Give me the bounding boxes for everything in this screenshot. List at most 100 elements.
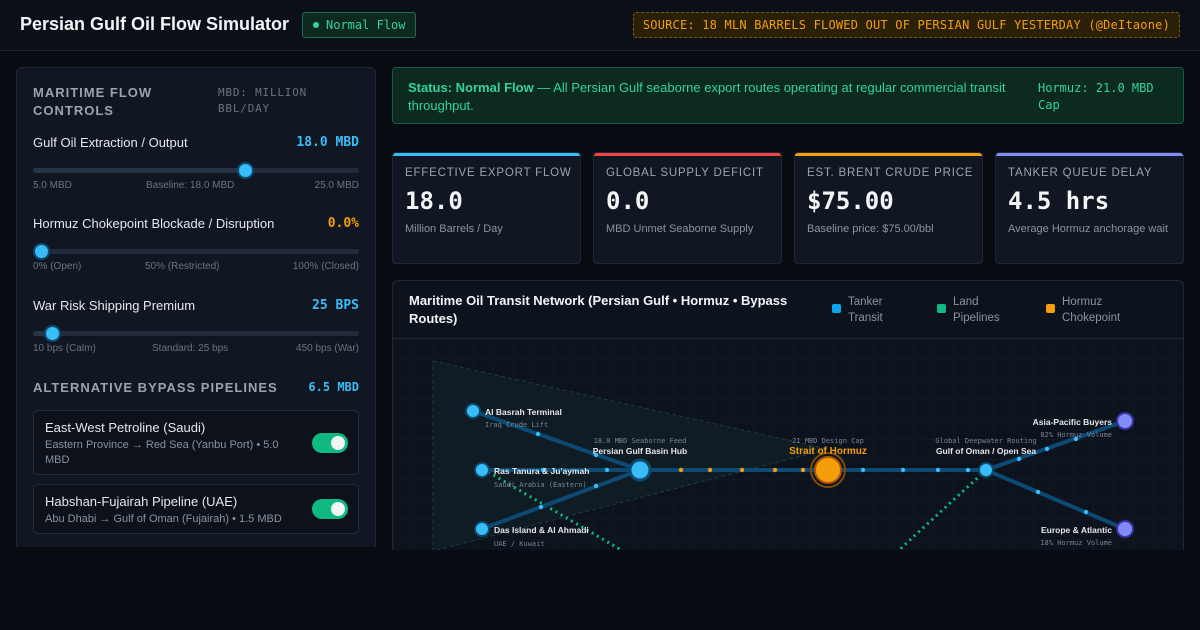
sublabel-asia-pacific: 82% Hormuz Volume bbox=[1040, 431, 1112, 439]
war-risk-slider-thumb[interactable] bbox=[44, 325, 61, 342]
extraction-tick-baseline: Baseline: 18.0 MBD bbox=[146, 180, 235, 191]
war-risk-slider-label: War Risk Shipping Premium bbox=[33, 298, 196, 313]
node-al-basrah-terminal[interactable] bbox=[465, 403, 481, 419]
kpi-label: Est. Brent Crude Price bbox=[807, 167, 974, 179]
kpi-subtext: Baseline price: $75.00/bbl bbox=[807, 223, 934, 235]
toggle-knob bbox=[331, 502, 345, 516]
war-risk-tick-max: 450 bps (War) bbox=[296, 343, 359, 354]
pipeline-card-habshan-fujairah: Habshan-Fujairah Pipeline (UAE) Abu Dhab… bbox=[33, 484, 359, 534]
sublabel-das-island: UAE / Kuwait bbox=[494, 540, 545, 548]
extraction-tick-min: 5.0 MBD bbox=[33, 180, 72, 191]
war-risk-tick-min: 10 bps (Calm) bbox=[33, 343, 96, 354]
pipeline-route: Eastern Province → Red Sea (Yanbu Port) … bbox=[45, 439, 279, 466]
kpi-accent-bar bbox=[594, 153, 781, 156]
legend-label: Tanker Transit bbox=[848, 296, 883, 324]
node-gulf-of-oman[interactable] bbox=[978, 462, 994, 478]
habshan-fujairah-pipeline-toggle[interactable] bbox=[312, 499, 348, 519]
east-west-pipeline-toggle[interactable] bbox=[312, 433, 348, 453]
extraction-slider-label: Gulf Oil Extraction / Output bbox=[33, 135, 188, 150]
blockade-tick-mid: 50% (Restricted) bbox=[145, 261, 220, 272]
war-risk-slider-value: 25 BPS bbox=[312, 298, 359, 313]
toggle-knob bbox=[331, 436, 345, 450]
flow-status-label: Normal Flow bbox=[326, 18, 406, 32]
controls-heading: Maritime Flow Controls bbox=[33, 85, 153, 118]
top-bar: Persian Gulf Oil Flow Simulator Normal F… bbox=[0, 0, 1200, 51]
legend-land-pipelines: Land Pipelines bbox=[937, 294, 1013, 326]
kpi-accent-bar bbox=[393, 153, 580, 156]
legend-swatch bbox=[937, 304, 946, 313]
sublabel-hormuz: 21 MBD Design Cap bbox=[792, 437, 864, 445]
kpi-label: Tanker Queue Delay bbox=[1008, 167, 1153, 179]
app-title: Persian Gulf Oil Flow Simulator bbox=[20, 14, 290, 34]
maritime-flow-controls-panel: Maritime Flow Controls MBD: Million bbl/… bbox=[16, 67, 376, 547]
label-das-island: Das Island & Al Ahmadi bbox=[494, 525, 589, 535]
kpi-subtext: MBD Unmet Seaborne Supply bbox=[606, 223, 754, 235]
source-note: SOURCE: 18 MLN BARRELS FLOWED OUT OF PER… bbox=[632, 12, 1180, 38]
legend-hormuz-chokepoint: Hormuz Chokepoint bbox=[1046, 294, 1132, 326]
kpi-value: 0.0 bbox=[606, 187, 650, 215]
kpi-subtext: Average Hormuz anchorage wait bbox=[1008, 223, 1168, 235]
legend-label: Land Pipelines bbox=[953, 296, 1000, 324]
kpi-accent-bar bbox=[996, 153, 1183, 156]
label-ras-tanura: Ras Tanura & Ju'aymah bbox=[494, 466, 589, 476]
node-ras-tanura[interactable] bbox=[474, 462, 490, 478]
blockade-slider-thumb[interactable] bbox=[33, 243, 50, 260]
label-gulf-of-oman: Gulf of Oman / Open Sea bbox=[936, 446, 1036, 456]
pipeline-name: East-West Petroline (Saudi) bbox=[45, 420, 206, 435]
pipeline-route: Abu Dhabi → Gulf of Oman (Fujairah) • 1.… bbox=[45, 513, 282, 525]
label-asia-pacific: Asia-Pacific Buyers bbox=[1033, 417, 1113, 427]
sublabel-europe-atlantic: 18% Hormuz Volume bbox=[1040, 539, 1112, 547]
kpi-brent-crude-price: Est. Brent Crude Price $75.00 Baseline p… bbox=[794, 152, 983, 264]
extraction-slider[interactable] bbox=[33, 162, 359, 179]
sublabel-al-basrah: Iraq Crude Lift bbox=[485, 421, 548, 429]
blockade-slider-label: Hormuz Chokepoint Blockade / Disruption bbox=[33, 216, 275, 231]
kpi-label: Effective Export Flow bbox=[405, 167, 572, 179]
map-title: Maritime Oil Transit Network (Persian Gu… bbox=[409, 293, 788, 326]
label-europe-atlantic: Europe & Atlantic bbox=[1041, 525, 1112, 535]
kpi-value: $75.00 bbox=[807, 187, 894, 215]
kpi-label: Global Supply Deficit bbox=[606, 167, 764, 179]
extraction-slider-thumb[interactable] bbox=[236, 162, 254, 179]
extraction-tick-max: 25.0 MBD bbox=[314, 180, 359, 191]
kpi-tanker-queue-delay: Tanker Queue Delay 4.5 hrs Average Hormu… bbox=[995, 152, 1184, 264]
flow-status-badge: Normal Flow bbox=[302, 12, 417, 38]
legend-swatch bbox=[1046, 304, 1055, 313]
blockade-tick-min: 0% (Open) bbox=[33, 261, 82, 272]
bypass-heading: Alternative Bypass Pipelines bbox=[33, 380, 278, 395]
node-asia-pacific-buyers[interactable] bbox=[1116, 412, 1134, 430]
hormuz-cap: Hormuz: 21.0 MBD Cap bbox=[1038, 81, 1154, 112]
kpi-value: 4.5 hrs bbox=[1008, 187, 1110, 215]
transit-network-map-panel: Maritime Oil Transit Network (Persian Gu… bbox=[392, 280, 1184, 550]
node-das-island[interactable] bbox=[474, 521, 490, 537]
unit-note: MBD: Million bbl/day bbox=[218, 86, 308, 115]
sublabel-gulf-of-oman: Global Deepwater Routing bbox=[935, 437, 1036, 445]
war-risk-slider[interactable] bbox=[33, 325, 359, 342]
pipeline-name: Habshan-Fujairah Pipeline (UAE) bbox=[45, 494, 238, 509]
legend-swatch bbox=[832, 304, 841, 313]
kpi-global-supply-deficit: Global Supply Deficit 0.0 MBD Unmet Seab… bbox=[593, 152, 782, 264]
sublabel-ras-tanura: Saudi Arabia (Eastern) bbox=[494, 481, 587, 489]
legend-tanker-transit: Tanker Transit bbox=[832, 294, 898, 326]
label-hub: Persian Gulf Basin Hub bbox=[593, 446, 687, 456]
legend-label: Hormuz Chokepoint bbox=[1062, 296, 1121, 324]
status-label: Status: Normal Flow bbox=[408, 80, 534, 95]
kpi-value: 18.0 bbox=[405, 187, 463, 215]
bypass-total: 6.5 MBD bbox=[308, 380, 359, 394]
status-banner: Status: Normal Flow — All Persian Gulf s… bbox=[392, 67, 1184, 124]
pipeline-card-east-west: East-West Petroline (Saudi) Eastern Prov… bbox=[33, 410, 359, 475]
blockade-tick-max: 100% (Closed) bbox=[292, 261, 359, 272]
blockade-slider[interactable] bbox=[33, 243, 359, 260]
kpi-accent-bar bbox=[795, 153, 982, 156]
network-map: Al Basrah Terminal Ras Tanura & Ju'aymah… bbox=[393, 339, 1183, 550]
kpi-effective-export-flow: Effective Export Flow 18.0 Million Barre… bbox=[392, 152, 581, 264]
node-strait-of-hormuz[interactable] bbox=[814, 456, 842, 484]
sublabel-hub: 18.0 MBD Seaborne Feed bbox=[594, 437, 687, 445]
extraction-slider-value: 18.0 MBD bbox=[296, 135, 359, 150]
war-risk-tick-standard: Standard: 25 bps bbox=[152, 343, 229, 354]
node-persian-gulf-hub[interactable] bbox=[628, 458, 652, 482]
blockade-slider-value: 0.0% bbox=[327, 216, 359, 231]
status-dot-icon bbox=[313, 22, 319, 28]
label-hormuz: Strait of Hormuz bbox=[789, 446, 867, 457]
node-europe-atlantic[interactable] bbox=[1116, 520, 1134, 538]
status-message: Status: Normal Flow — All Persian Gulf s… bbox=[408, 79, 1038, 115]
